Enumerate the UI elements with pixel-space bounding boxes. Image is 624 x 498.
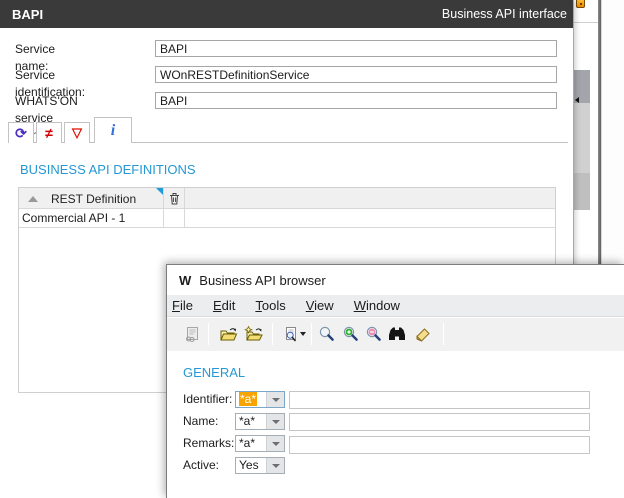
column-header-label: REST Definition — [51, 192, 136, 206]
active-label: Active: — [183, 457, 219, 474]
window-title: BAPI — [12, 7, 43, 22]
identifier-combo[interactable]: *a* — [235, 391, 285, 408]
name-combo[interactable]: *a* — [235, 413, 285, 430]
refresh-icon: ⟳ — [15, 126, 27, 140]
magnifier-icon[interactable] — [315, 322, 339, 346]
tab-refresh[interactable]: ⟳ — [8, 122, 34, 143]
menu-window[interactable]: Window — [344, 296, 410, 315]
preview-document-icon[interactable] — [278, 322, 302, 346]
warning-icon — [576, 0, 585, 8]
identifier-combo-value: *a* — [239, 392, 257, 406]
name-combo-value: *a* — [236, 414, 266, 429]
open-folder-new-icon[interactable] — [242, 322, 266, 346]
tabstrip-baseline — [8, 142, 568, 143]
active-combo-value: Yes — [236, 458, 266, 473]
background-window-strip — [574, 0, 598, 265]
active-combo[interactable]: Yes — [235, 457, 285, 474]
menu-file[interactable]: File — [167, 296, 203, 315]
binoculars-find-icon[interactable] — [385, 322, 409, 346]
menubar: File Edit Tools View Window — [167, 295, 624, 317]
toolbar-separator — [311, 323, 312, 345]
form-link-disabled-icon — [180, 322, 204, 346]
tab-triangle-down[interactable]: ▽ — [64, 122, 90, 143]
column-header-delete[interactable] — [165, 188, 185, 209]
tab-not-equal[interactable]: ≠ — [36, 122, 62, 143]
browser-titlebar[interactable]: W Business API browser — [167, 265, 624, 295]
filter-corner-icon — [156, 188, 163, 195]
divider — [574, 22, 598, 23]
zoom-out-icon[interactable] — [362, 322, 386, 346]
tab-info[interactable]: i — [94, 117, 132, 143]
menu-tools[interactable]: Tools — [245, 296, 295, 315]
table-row[interactable]: Commercial API - 1 — [19, 209, 555, 228]
browser-window-title: Business API browser — [199, 273, 325, 288]
preview-dropdown-arrow-icon[interactable] — [300, 332, 306, 336]
trash-icon — [169, 192, 180, 205]
identifier-input[interactable] — [289, 391, 590, 409]
business-api-definitions-heading: BUSINESS API DEFINITIONS — [20, 162, 196, 177]
background-window-far — [601, 0, 624, 265]
menu-edit[interactable]: Edit — [203, 296, 245, 315]
remarks-label: Remarks: — [183, 435, 234, 452]
toolbar-separator — [208, 323, 209, 345]
service-name-input[interactable] — [155, 40, 557, 57]
toolbar-separator — [443, 323, 444, 345]
name-input[interactable] — [289, 413, 590, 431]
info-icon: i — [111, 124, 115, 138]
table-header-row: REST Definition — [19, 188, 555, 209]
general-heading: GENERAL — [183, 365, 245, 380]
column-header-rest-definition[interactable]: REST Definition — [19, 188, 164, 209]
service-identification-input[interactable] — [155, 66, 557, 83]
window-subtitle: Business API interface — [442, 7, 567, 21]
background-scrollbar[interactable] — [574, 70, 590, 210]
remarks-input[interactable] — [289, 436, 590, 454]
triangle-down-icon: ▽ — [72, 126, 82, 140]
not-equal-icon: ≠ — [45, 126, 53, 140]
screen: BAPI Business API interface Service name… — [0, 0, 624, 498]
name-combo-arrow-icon[interactable] — [266, 414, 284, 429]
whatson-logo-icon: W — [179, 273, 190, 288]
window-bapi-titlebar[interactable]: BAPI Business API interface — [0, 0, 573, 28]
active-combo-arrow-icon[interactable] — [266, 458, 284, 473]
delete-cell[interactable] — [165, 209, 185, 228]
remarks-combo-value: *a* — [236, 436, 266, 451]
toolbar — [167, 318, 624, 351]
identifier-label: Identifier: — [183, 391, 232, 408]
toolbar-separator — [272, 323, 273, 345]
remarks-combo[interactable]: *a* — [235, 435, 285, 452]
whatson-service-name-input[interactable] — [155, 92, 557, 109]
remarks-combo-arrow-icon[interactable] — [266, 436, 284, 451]
window-business-api-browser: W Business API browser File Edit Tools V… — [166, 264, 624, 498]
name-label: Name: — [183, 413, 218, 430]
scroll-arrow-icon — [575, 97, 579, 103]
menu-view[interactable]: View — [296, 296, 344, 315]
open-folder-icon[interactable] — [217, 322, 241, 346]
sort-ascending-icon — [28, 196, 38, 202]
identifier-combo-arrow-icon[interactable] — [266, 392, 284, 407]
eraser-icon[interactable] — [410, 322, 434, 346]
zoom-in-icon[interactable] — [339, 322, 363, 346]
rest-definition-cell[interactable]: Commercial API - 1 — [19, 209, 164, 228]
